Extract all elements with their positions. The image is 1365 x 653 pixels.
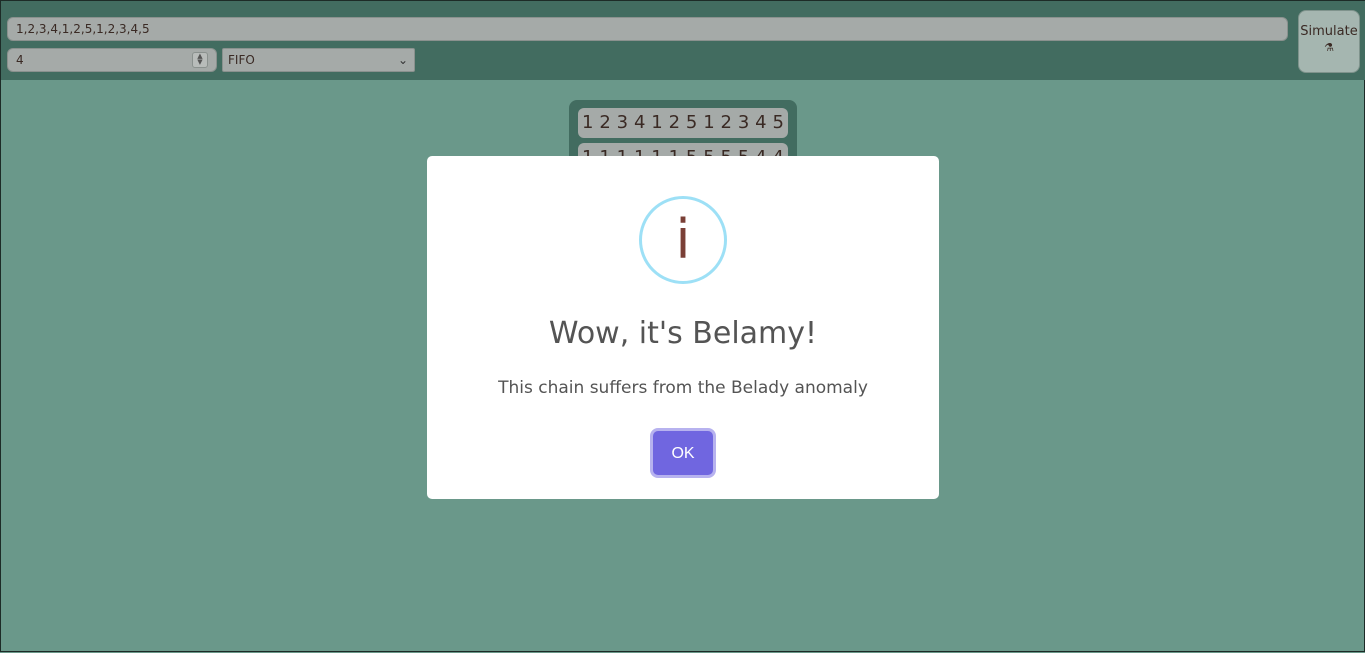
dialog-message: This chain suffers from the Belady anoma…: [498, 378, 868, 398]
info-glyph: i: [675, 208, 691, 271]
dialog-title: Wow, it's Belamy!: [548, 316, 818, 351]
info-icon: i: [639, 196, 727, 284]
modal-backdrop: i Wow, it's Belamy! This chain suffers f…: [1, 1, 1365, 653]
alert-dialog: i Wow, it's Belamy! This chain suffers f…: [427, 156, 939, 499]
ok-button[interactable]: OK: [653, 431, 713, 475]
